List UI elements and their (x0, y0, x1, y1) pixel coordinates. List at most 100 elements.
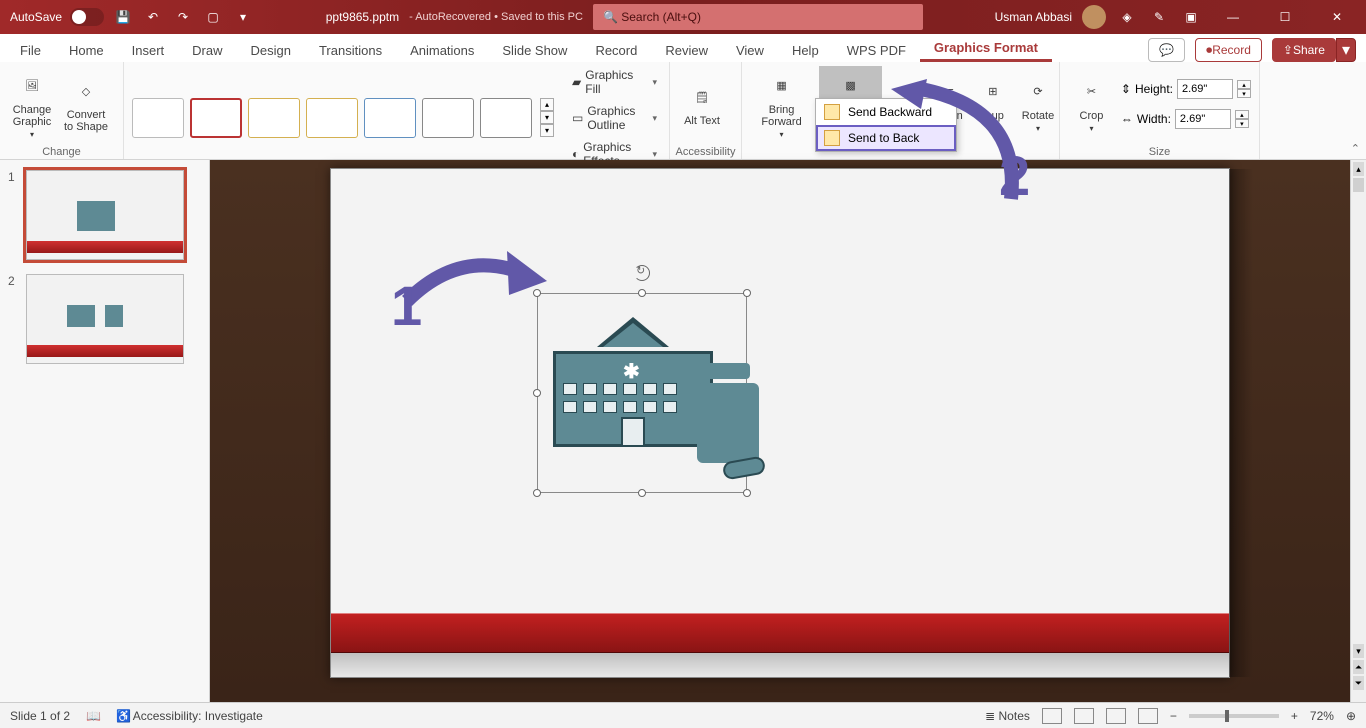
thumb-1-num: 1 (8, 170, 20, 184)
tab-home[interactable]: Home (55, 39, 118, 62)
tab-review[interactable]: Review (651, 39, 722, 62)
tab-record[interactable]: Record (581, 39, 651, 62)
zoom-slider[interactable] (1189, 714, 1279, 718)
share-button[interactable]: ⇪ Share (1272, 38, 1336, 62)
zoom-level[interactable]: 72% (1310, 709, 1334, 723)
slide-canvas[interactable]: 2 1 (330, 168, 1230, 678)
change-graphic-button[interactable]: 🖼 Change Graphic ▾ (8, 66, 56, 142)
save-icon[interactable]: 💾 (112, 6, 134, 28)
wand-icon[interactable]: ✎ (1148, 6, 1170, 28)
tab-wps-pdf[interactable]: WPS PDF (833, 39, 920, 62)
tab-graphics-format[interactable]: Graphics Format (920, 36, 1052, 62)
collapse-ribbon-icon[interactable]: ⌃ (1351, 142, 1360, 155)
handle-se[interactable] (743, 489, 751, 497)
zoom-out-button[interactable]: − (1170, 709, 1177, 723)
gallery-scroll[interactable]: ▴▾▾ (540, 98, 554, 138)
alt-text-button[interactable]: 🗒 Alt Text (678, 66, 726, 142)
comments-button[interactable]: 💬 (1148, 38, 1185, 62)
change-group-label: Change (0, 146, 123, 161)
thumb-1[interactable] (26, 170, 184, 260)
send-to-back-item-icon (824, 130, 840, 146)
tab-insert[interactable]: Insert (118, 39, 179, 62)
height-icon: ⇕ (1121, 82, 1131, 96)
height-spinner[interactable]: ▴▾ (1237, 80, 1251, 98)
status-bar: Slide 1 of 2 📖 ♿ Accessibility: Investig… (0, 702, 1366, 728)
slideshow-view-button[interactable] (1138, 708, 1158, 724)
avatar[interactable] (1082, 5, 1106, 29)
scroll-down[interactable]: ▾ (1353, 644, 1364, 658)
handle-w[interactable] (533, 389, 541, 397)
slide-counter[interactable]: Slide 1 of 2 (10, 709, 70, 723)
app-mode-icon[interactable]: ▣ (1180, 6, 1202, 28)
style-item-2[interactable] (190, 98, 242, 138)
selected-graphic[interactable]: ✱ (537, 293, 747, 493)
style-item-5[interactable] (364, 98, 416, 138)
spellcheck-icon[interactable]: 📖 (86, 709, 100, 723)
redo-icon[interactable]: ↷ (172, 6, 194, 28)
diamond-icon[interactable]: ◈ (1116, 6, 1138, 28)
size-group-label: Size (1060, 146, 1259, 161)
prev-slide-button[interactable]: ⏶ (1353, 660, 1364, 674)
autosave-toggle[interactable] (70, 8, 104, 26)
present-icon[interactable]: ▢ (202, 6, 224, 28)
crop-button[interactable]: ✂ Crop▾ (1068, 66, 1115, 142)
style-item-4[interactable] (306, 98, 358, 138)
maximize-button[interactable]: ☐ (1264, 0, 1306, 34)
convert-to-shape-button[interactable]: ◇ Convert to Shape (62, 66, 110, 142)
accessibility-status[interactable]: ♿ Accessibility: Investigate (116, 709, 263, 723)
handle-n[interactable] (638, 289, 646, 297)
vertical-scrollbar[interactable]: ▴ ▾ ⏶ ⏷ (1350, 160, 1366, 702)
handle-ne[interactable] (743, 289, 751, 297)
record-button[interactable]: ⏺ Record (1195, 38, 1262, 62)
medicine-icon (697, 363, 759, 463)
search-icon: 🔍 (603, 10, 618, 24)
tab-draw[interactable]: Draw (178, 39, 236, 62)
undo-icon[interactable]: ↶ (142, 6, 164, 28)
qat-more-icon[interactable]: ▾ (232, 6, 254, 28)
slide-panel: 1 2 (0, 160, 210, 702)
sorter-view-button[interactable] (1074, 708, 1094, 724)
style-item-3[interactable] (248, 98, 300, 138)
tab-view[interactable]: View (722, 39, 778, 62)
accessibility-group-label: Accessibility (670, 146, 741, 161)
normal-view-button[interactable] (1042, 708, 1062, 724)
tab-animations[interactable]: Animations (396, 39, 488, 62)
search-input[interactable]: 🔍 Search (Alt+Q) (593, 4, 923, 30)
editor-area[interactable]: 2 1 (210, 160, 1350, 702)
share-more-button[interactable]: ▾ (1336, 38, 1356, 62)
fit-to-window-button[interactable]: ⊕ (1346, 709, 1356, 723)
document-area: 1 2 2 (0, 160, 1366, 702)
graphics-outline-button[interactable]: ▭Graphics Outline (568, 102, 661, 134)
width-spinner[interactable]: ▴▾ (1235, 110, 1249, 128)
style-gallery[interactable]: ▴▾▾ (132, 98, 554, 138)
next-slide-button[interactable]: ⏷ (1353, 676, 1364, 690)
width-input[interactable] (1175, 109, 1231, 129)
close-button[interactable]: ✕ (1316, 0, 1358, 34)
handle-sw[interactable] (533, 489, 541, 497)
style-item-7[interactable] (480, 98, 532, 138)
handle-s[interactable] (638, 489, 646, 497)
tab-slideshow[interactable]: Slide Show (488, 39, 581, 62)
style-item-6[interactable] (422, 98, 474, 138)
tab-transitions[interactable]: Transitions (305, 39, 396, 62)
slide-red-bar (331, 613, 1229, 653)
tab-design[interactable]: Design (237, 39, 305, 62)
style-item-1[interactable] (132, 98, 184, 138)
minimize-button[interactable]: — (1212, 0, 1254, 34)
search-placeholder: Search (Alt+Q) (621, 10, 701, 24)
document-title: ppt9865.pptm (326, 10, 399, 24)
height-input[interactable] (1177, 79, 1233, 99)
user-name[interactable]: Usman Abbasi (995, 10, 1072, 24)
tab-help[interactable]: Help (778, 39, 833, 62)
scroll-up[interactable]: ▴ (1353, 162, 1364, 176)
zoom-in-button[interactable]: + (1291, 709, 1298, 723)
graphics-fill-button[interactable]: ▰Graphics Fill (568, 66, 661, 98)
handle-nw[interactable] (533, 289, 541, 297)
notes-button[interactable]: ≣ Notes (985, 709, 1030, 723)
tab-file[interactable]: File (6, 39, 55, 62)
annotation-label-1: 1 (391, 273, 422, 338)
bring-forward-button[interactable]: ▦ Bring Forward▾ (750, 66, 813, 142)
reading-view-button[interactable] (1106, 708, 1126, 724)
thumb-2[interactable] (26, 274, 184, 364)
rotate-handle[interactable] (634, 265, 650, 281)
